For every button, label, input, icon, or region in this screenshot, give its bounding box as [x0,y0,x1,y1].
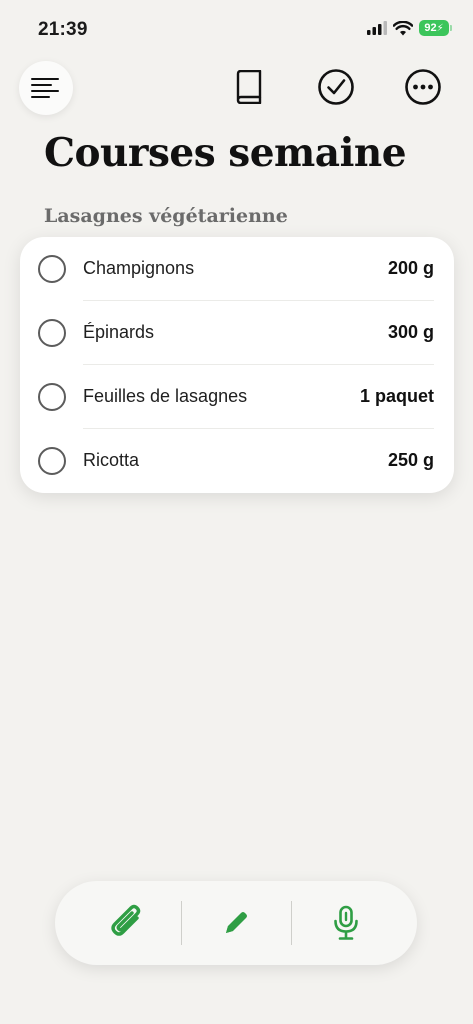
list-item[interactable]: Ricotta 250 g [20,429,454,493]
checkmark-circle-icon [318,69,354,105]
item-name: Champignons [83,258,195,278]
status-bar: 21:39 92 ⚡ [0,0,473,58]
battery-charging-icon: 92 ⚡ [419,20,452,36]
book-icon [236,70,262,104]
menu-icon [31,78,59,98]
item-quantity: 250 g [387,450,434,470]
list-item[interactable]: Épinards 300 g [20,301,454,365]
item-checkbox[interactable] [38,319,66,347]
pencil-icon [226,912,247,933]
recipe-book-button[interactable] [229,67,269,107]
item-name: Ricotta [83,450,140,470]
attach-button[interactable] [103,899,151,947]
item-checkbox[interactable] [38,255,66,283]
edit-button[interactable] [212,899,260,947]
shopping-list: Champignons 200 g Épinards 300 g Feuille… [20,237,454,493]
battery-level: 92 [424,22,437,34]
item-quantity: 300 g [387,322,434,342]
separator [291,901,292,945]
separator [181,901,182,945]
note-title[interactable]: Courses semaine [44,130,407,176]
item-quantity: 1 paquet [359,386,434,406]
status-time: 21:39 [38,19,88,40]
dictation-button[interactable] [322,899,370,947]
item-name: Feuilles de lasagnes [83,386,248,406]
item-checkbox[interactable] [38,383,66,411]
section-title[interactable]: Lasagnes végétarienne [44,205,288,227]
item-checkbox[interactable] [38,447,66,475]
list-item[interactable]: Champignons 200 g [20,237,454,301]
more-options-button[interactable] [403,67,443,107]
wifi-icon [393,20,413,35]
list-item[interactable]: Feuilles de lasagnes 1 paquet [20,365,454,429]
paperclip-icon [111,904,141,936]
item-name: Épinards [83,322,155,342]
microphone-icon [334,905,358,940]
cellular-signal-icon [367,21,387,35]
bottom-action-bar [55,881,417,965]
status-icons: 92 ⚡ [367,20,452,36]
top-toolbar [0,60,473,120]
item-quantity: 200 g [387,258,434,278]
done-button[interactable] [316,67,356,107]
menu-button[interactable] [19,61,73,115]
more-icon [405,69,441,105]
